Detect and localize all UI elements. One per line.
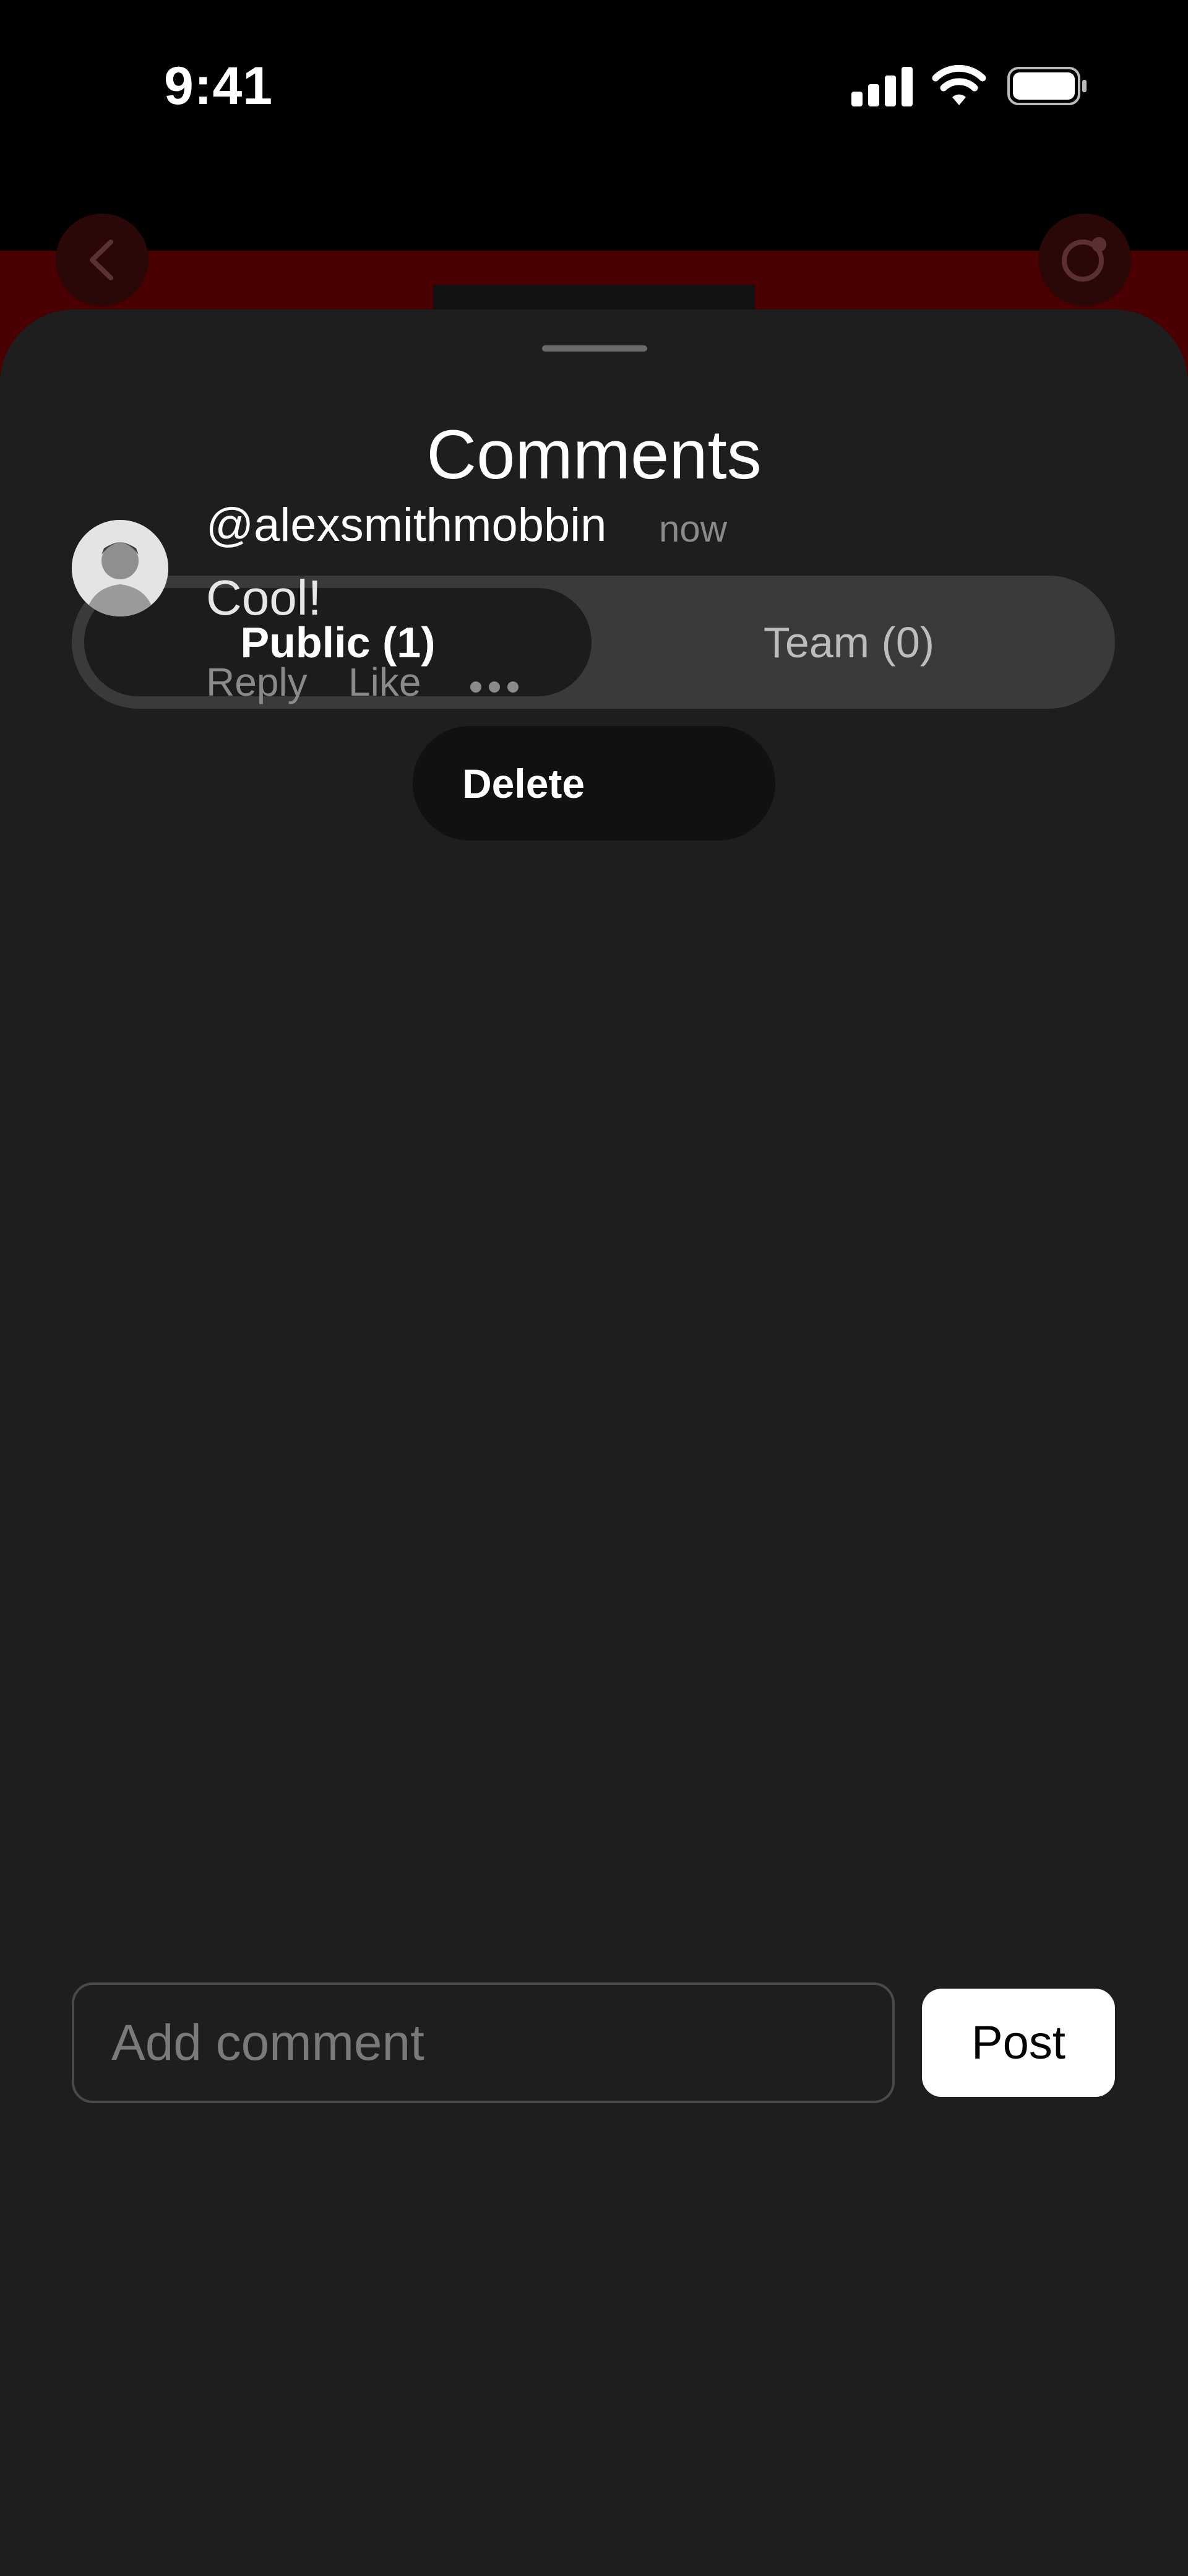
comment-username[interactable]: @alexsmithmobbin [206, 498, 606, 552]
comment-text: Cool! [206, 570, 322, 625]
avatar[interactable] [72, 520, 168, 616]
tab-team[interactable]: Team (0) [595, 588, 1103, 696]
comments-sheet: Comments Public (1) Team (0) [0, 309, 1188, 2576]
comment-input[interactable] [111, 1985, 854, 2101]
like-button[interactable]: Like [348, 659, 421, 705]
comment-timestamp: now [659, 508, 728, 550]
battery-icon [1007, 67, 1087, 105]
status-time: 9:41 [164, 56, 273, 116]
comment-search-icon [1062, 237, 1106, 282]
more-icon[interactable] [467, 678, 522, 696]
back-button[interactable] [56, 214, 148, 306]
avatar-photo [72, 520, 168, 616]
sheet-title: Comments [426, 416, 762, 493]
comment-input-field[interactable] [72, 1982, 895, 2103]
reply-button[interactable]: Reply [206, 659, 308, 705]
wifi-icon [932, 64, 986, 105]
sheet-grabber[interactable] [542, 345, 647, 352]
back-icon [90, 240, 113, 280]
signal-icon [851, 67, 913, 106]
delete-menu-item[interactable]: Delete [462, 760, 585, 807]
comment-context-menu: Delete [413, 726, 775, 841]
status-bar: 9:41 [0, 0, 1188, 186]
post-button[interactable]: Post [922, 1989, 1115, 2097]
comment-search-button[interactable] [1038, 214, 1131, 306]
